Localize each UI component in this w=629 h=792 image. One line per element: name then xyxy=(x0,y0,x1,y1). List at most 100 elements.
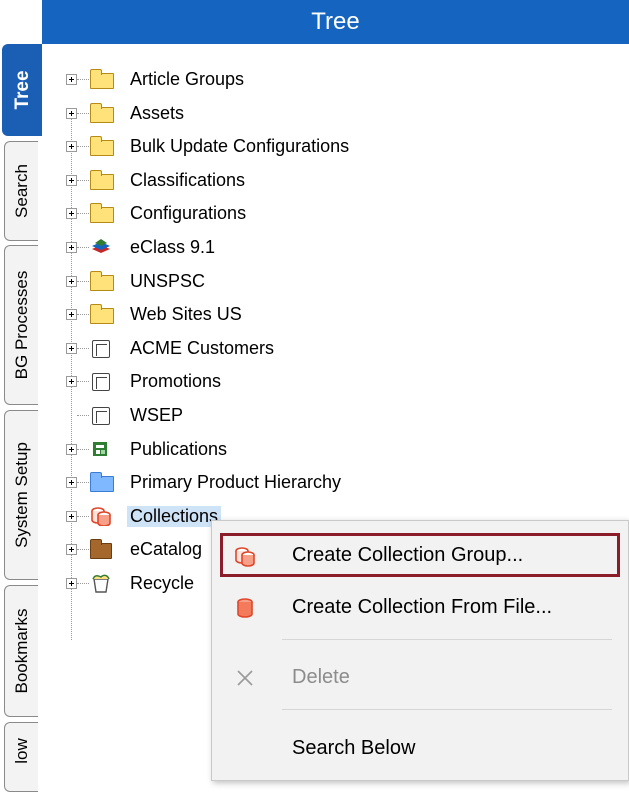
tree-connector xyxy=(77,146,89,147)
tree-node[interactable]: Publications xyxy=(42,434,562,466)
menu-item-create-collection-from-file[interactable]: Create Collection From File... xyxy=(220,585,620,629)
tab-search[interactable]: Search xyxy=(4,141,38,241)
menu-item-search-below[interactable]: Search Below xyxy=(220,726,620,770)
tree-connector xyxy=(77,247,89,248)
tree-node-label: Web Sites US xyxy=(130,304,242,324)
tree-connector xyxy=(77,482,89,483)
collection-group-icon xyxy=(235,547,255,567)
tree-connector xyxy=(77,180,89,181)
expand-toggle-icon[interactable] xyxy=(66,141,77,152)
delete-icon xyxy=(237,670,253,686)
tree-node-label: Promotions xyxy=(130,371,222,391)
expand-toggle-icon[interactable] xyxy=(66,444,77,455)
expand-toggle-icon[interactable] xyxy=(66,511,77,522)
folder-icon xyxy=(90,170,114,190)
tree-node-label: Recycle xyxy=(130,573,195,593)
tree-node-label: Classifications xyxy=(130,170,246,190)
folder-icon xyxy=(90,69,114,89)
panel-title: Tree xyxy=(311,8,360,35)
tree-node-label: Publications xyxy=(130,439,228,459)
collection-icon xyxy=(237,598,253,618)
tree-node-label: ACME Customers xyxy=(130,338,275,358)
tree-node[interactable]: Configurations xyxy=(42,198,562,230)
tree-connector xyxy=(77,281,89,282)
collection-icon xyxy=(91,507,111,526)
tree-node[interactable]: Classifications xyxy=(42,165,562,197)
tree-node[interactable]: ACME Customers xyxy=(42,333,562,365)
cube-icon xyxy=(92,373,110,391)
menu-separator xyxy=(282,709,612,710)
tab-tree-label: Tree xyxy=(11,70,33,110)
recycle-bin-icon xyxy=(92,574,110,593)
tree-connector xyxy=(77,348,89,349)
menu-item-label: Create Collection Group... xyxy=(292,544,524,566)
tab-bookmarks-label: Bookmarks xyxy=(11,608,31,694)
tree-node-label: UNSPSC xyxy=(130,271,206,291)
blue-folder-icon xyxy=(90,472,114,492)
expand-toggle-icon[interactable] xyxy=(66,376,77,387)
tab-bookmarks[interactable]: Bookmarks xyxy=(4,585,38,717)
tree-node-label: eClass 9.1 xyxy=(130,237,216,257)
menu-item-label: Create Collection From File... xyxy=(292,596,553,618)
expand-toggle-icon[interactable] xyxy=(66,343,77,354)
tree-node[interactable]: WSEP xyxy=(42,400,562,432)
expand-toggle-icon[interactable] xyxy=(66,477,77,488)
tree-connector xyxy=(77,113,89,114)
tab-tree[interactable]: Tree xyxy=(2,44,42,136)
tree-connector xyxy=(77,549,89,550)
tree-node-label: Bulk Update Configurations xyxy=(130,136,350,156)
tabstrip-corner xyxy=(0,0,42,40)
tab-search-label: Search xyxy=(11,164,31,218)
expand-toggle-icon[interactable] xyxy=(66,74,77,85)
expand-toggle-icon[interactable] xyxy=(66,544,77,555)
expand-toggle-icon[interactable] xyxy=(66,175,77,186)
folder-icon xyxy=(90,136,114,156)
tab-system-setup[interactable]: System Setup xyxy=(4,410,38,580)
expand-toggle-icon[interactable] xyxy=(66,108,77,119)
tree-node[interactable]: Primary Product Hierarchy xyxy=(42,467,562,499)
folder-icon xyxy=(90,203,114,223)
tree-connector xyxy=(77,449,89,450)
tree-node[interactable]: eClass 9.1 xyxy=(42,232,562,264)
tree-node[interactable]: Web Sites US xyxy=(42,299,562,331)
menu-item-create-collection-group[interactable]: Create Collection Group... xyxy=(220,533,620,577)
context-menu: Create Collection Group... Create Collec… xyxy=(211,520,629,781)
tree-node-label: eCatalog xyxy=(130,539,203,559)
cube-icon xyxy=(92,340,110,358)
tab-bg-processes[interactable]: BG Processes xyxy=(4,245,38,405)
tree-node-label: Article Groups xyxy=(130,69,245,89)
tree-node[interactable]: Promotions xyxy=(42,366,562,398)
expand-toggle-icon[interactable] xyxy=(66,578,77,589)
brown-folder-icon xyxy=(90,539,112,559)
publication-icon xyxy=(93,442,107,456)
tree-node[interactable]: Assets xyxy=(42,98,562,130)
expand-toggle-icon[interactable] xyxy=(66,309,77,320)
tree-node-label: Assets xyxy=(130,103,185,123)
tree-node[interactable]: UNSPSC xyxy=(42,266,562,298)
menu-item-label: Delete xyxy=(292,666,350,688)
menu-item-delete[interactable]: Delete xyxy=(220,655,620,699)
tree-connector xyxy=(77,415,89,416)
tree-node-label: WSEP xyxy=(130,405,184,425)
tab-workflow[interactable]: low xyxy=(4,722,38,792)
tree-connector xyxy=(77,314,89,315)
tree-node-label: Collections xyxy=(127,506,222,527)
vertical-tab-strip: Tree Search BG Processes System Setup Bo… xyxy=(0,0,42,792)
tab-bg-processes-label: BG Processes xyxy=(11,270,31,380)
tree-node[interactable]: Bulk Update Configurations xyxy=(42,131,562,163)
tree-connector xyxy=(77,381,89,382)
expand-toggle-icon[interactable] xyxy=(66,276,77,287)
tree-connector xyxy=(77,79,89,80)
folder-icon xyxy=(90,271,114,291)
tree-connector xyxy=(77,516,89,517)
tree-connector xyxy=(77,213,89,214)
tree-node[interactable]: Article Groups xyxy=(42,64,562,96)
tab-workflow-label: low xyxy=(11,738,31,764)
tab-system-setup-label: System Setup xyxy=(11,442,31,548)
menu-item-label: Search Below xyxy=(292,737,416,759)
expand-toggle-icon[interactable] xyxy=(66,242,77,253)
cube-icon xyxy=(92,407,110,425)
panel-title-bar: Tree xyxy=(42,0,629,44)
expand-toggle-icon[interactable] xyxy=(66,208,77,219)
folder-icon xyxy=(90,103,114,123)
